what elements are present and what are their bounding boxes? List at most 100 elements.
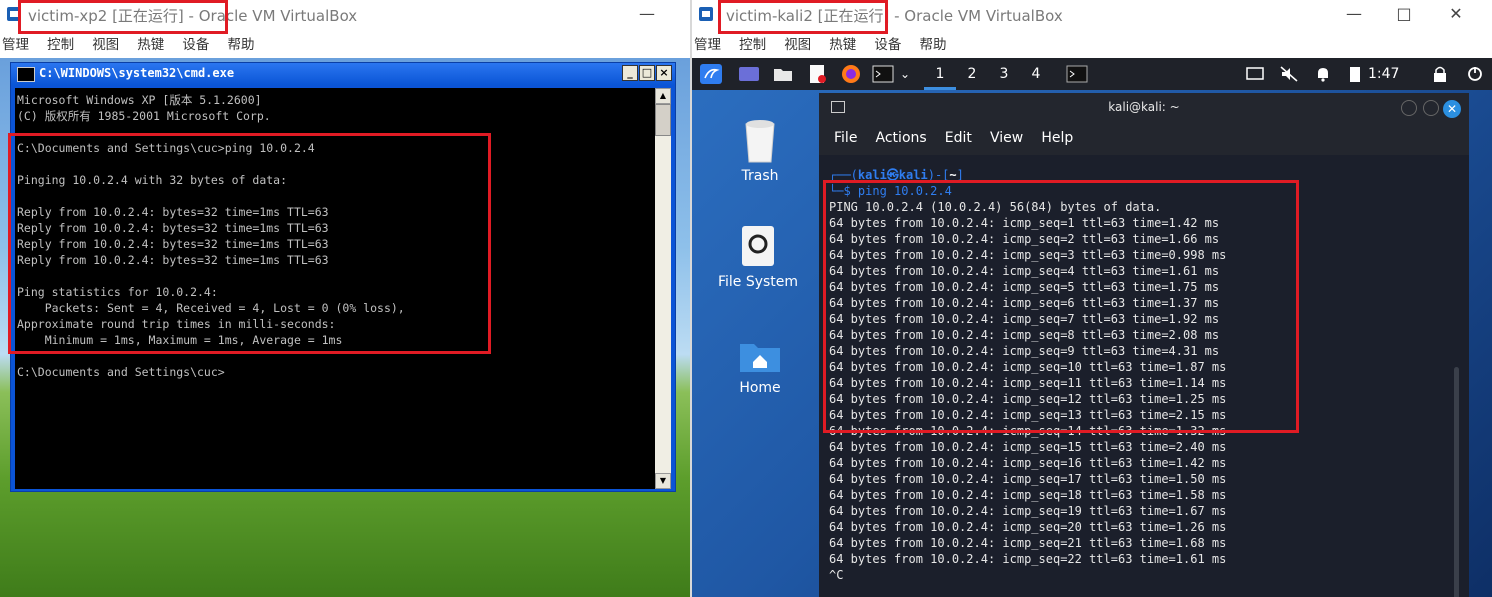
- minimize-icon[interactable]: —: [635, 3, 659, 25]
- desktop-icon-filesystem[interactable]: File System: [713, 222, 803, 290]
- workspace-3[interactable]: 3: [988, 58, 1020, 90]
- ping-reply-line: 64 bytes from 10.0.2.4: icmp_seq=15 ttl=…: [829, 440, 1227, 454]
- terminal-menu-edit[interactable]: Edit: [945, 130, 972, 146]
- terminal-scrollbar[interactable]: [1454, 367, 1459, 597]
- terminal-task-icon[interactable]: [1066, 64, 1088, 84]
- close-icon[interactable]: ✕: [1444, 3, 1468, 25]
- cmd-output-line: Pinging 10.0.2.4 with 32 bytes of data:: [17, 173, 288, 187]
- drive-icon: [742, 226, 774, 266]
- maximize-icon[interactable]: [1423, 100, 1439, 116]
- maximize-icon[interactable]: □: [639, 65, 655, 81]
- kali-menu-icon[interactable]: [700, 64, 722, 84]
- panel-clock[interactable]: 1:47: [1368, 58, 1399, 90]
- desktop-icon-label: Trash: [741, 168, 779, 184]
- ping-reply-line: 64 bytes from 10.0.2.4: icmp_seq=9 ttl=6…: [829, 344, 1220, 358]
- terminal-menu-help[interactable]: Help: [1041, 130, 1073, 146]
- kali-top-panel: ⌄ 1 2 3 4 1:47: [692, 58, 1492, 90]
- minimize-icon[interactable]: —: [1342, 3, 1366, 25]
- menu-manage[interactable]: 管理: [694, 33, 721, 57]
- ping-reply-line: 64 bytes from 10.0.2.4: icmp_seq=4 ttl=6…: [829, 264, 1220, 278]
- virtualbox-icon: [7, 7, 21, 21]
- menu-hotkey[interactable]: 热键: [829, 33, 856, 57]
- ping-reply-line: 64 bytes from 10.0.2.4: icmp_seq=10 ttl=…: [829, 360, 1227, 374]
- vm-menubar-xp: 管理 控制 视图 热键 设备 帮助: [0, 33, 690, 57]
- terminal-output[interactable]: ┌──(kali㉿kali)-[~] └─$ ping 10.0.2.4 PIN…: [819, 155, 1469, 597]
- vm-title-xp: victim-xp2 [正在运行] - Oracle VM VirtualBox: [28, 7, 358, 25]
- scroll-thumb[interactable]: [655, 104, 671, 136]
- cmd-window[interactable]: C:\WINDOWS\system32\cmd.exe _ □ × Micros…: [10, 62, 676, 492]
- close-icon[interactable]: ✕: [1443, 100, 1461, 118]
- virtualbox-icon: [699, 7, 713, 21]
- minimize-icon[interactable]: [1401, 100, 1417, 116]
- ping-reply-line: 64 bytes from 10.0.2.4: icmp_seq=17 ttl=…: [829, 472, 1227, 486]
- vm-menubar-kali: 管理 控制 视图 热键 设备 帮助: [692, 33, 1492, 57]
- show-desktop-icon[interactable]: [738, 64, 760, 84]
- vm-titlebar-kali[interactable]: victim-kali2 [正在运行] - Oracle VM VirtualB…: [692, 0, 1492, 30]
- screen-icon[interactable]: [1244, 64, 1266, 84]
- desktop-icon-home[interactable]: Home: [715, 336, 805, 396]
- ping-reply-line: 64 bytes from 10.0.2.4: icmp_seq=1 ttl=6…: [829, 216, 1220, 230]
- workspace-4[interactable]: 4: [1020, 58, 1052, 90]
- text-editor-icon[interactable]: [806, 64, 828, 84]
- kali-terminal-window[interactable]: kali@kali: ~ ✕ File Actions Edit View He…: [819, 93, 1469, 597]
- menu-help[interactable]: 帮助: [227, 33, 254, 57]
- vm-title-kali: victim-kali2 [正在运行] - Oracle VM VirtualB…: [726, 7, 1063, 25]
- ping-reply-line: 64 bytes from 10.0.2.4: icmp_seq=18 ttl=…: [829, 488, 1227, 502]
- prompt-line-2: └─$ ping 10.0.2.4: [829, 184, 952, 198]
- maximize-icon[interactable]: □: [1392, 3, 1416, 25]
- ping-reply-line: 64 bytes from 10.0.2.4: icmp_seq=7 ttl=6…: [829, 312, 1220, 326]
- logout-icon[interactable]: [1464, 64, 1486, 84]
- menu-devices[interactable]: 设备: [874, 33, 901, 57]
- workspace-1[interactable]: 1: [924, 58, 956, 90]
- cmd-output[interactable]: Microsoft Windows XP [版本 5.1.2600] (C) 版权…: [15, 88, 660, 489]
- chevron-down-icon[interactable]: ⌄: [900, 58, 910, 90]
- terminal-header[interactable]: kali@kali: ~ ✕ File Actions Edit View He…: [819, 93, 1469, 155]
- ping-reply-line: 64 bytes from 10.0.2.4: icmp_seq=11 ttl=…: [829, 376, 1227, 390]
- scroll-up-icon[interactable]: ▲: [655, 88, 671, 104]
- terminal-menu-actions[interactable]: Actions: [876, 130, 927, 146]
- close-icon[interactable]: ×: [656, 65, 672, 81]
- volume-muted-icon[interactable]: [1278, 64, 1300, 84]
- interrupt-line: ^C: [829, 568, 844, 582]
- cmd-output-line: Microsoft Windows XP [版本 5.1.2600]: [17, 93, 262, 107]
- minimize-icon[interactable]: _: [622, 65, 638, 81]
- terminal-menu-file[interactable]: File: [834, 130, 857, 146]
- menu-view[interactable]: 视图: [92, 33, 119, 57]
- ping-reply-line: 64 bytes from 10.0.2.4: icmp_seq=2 ttl=6…: [829, 232, 1220, 246]
- desktop-icon-trash[interactable]: Trash: [715, 116, 805, 184]
- terminal-menu-view[interactable]: View: [990, 130, 1023, 146]
- ping-reply-line: 64 bytes from 10.0.2.4: icmp_seq=20 ttl=…: [829, 520, 1227, 534]
- ping-reply-line: 64 bytes from 10.0.2.4: icmp_seq=5 ttl=6…: [829, 280, 1220, 294]
- cmd-titlebar[interactable]: C:\WINDOWS\system32\cmd.exe _ □ ×: [11, 63, 675, 85]
- menu-control[interactable]: 控制: [739, 33, 766, 57]
- menu-hotkey[interactable]: 热键: [137, 33, 164, 57]
- home-folder-icon: [740, 344, 780, 372]
- ping-reply-line: 64 bytes from 10.0.2.4: icmp_seq=22 ttl=…: [829, 552, 1227, 566]
- menu-control[interactable]: 控制: [47, 33, 74, 57]
- scroll-down-icon[interactable]: ▼: [655, 473, 671, 489]
- vm-titlebar-xp[interactable]: victim-xp2 [正在运行] - Oracle VM VirtualBox…: [0, 0, 690, 30]
- ping-header: PING 10.0.2.4 (10.0.2.4) 56(84) bytes of…: [829, 200, 1162, 214]
- lock-icon[interactable]: [1429, 64, 1451, 84]
- cmd-output-line: Minimum = 1ms, Maximum = 1ms, Average = …: [17, 333, 343, 347]
- file-manager-icon[interactable]: [772, 64, 794, 84]
- cmd-output-line: Reply from 10.0.2.4: bytes=32 time=1ms T…: [17, 221, 329, 235]
- cmd-output-line: C:\Documents and Settings\cuc>ping 10.0.…: [17, 141, 315, 155]
- cmd-icon: [17, 67, 35, 82]
- workspace-2[interactable]: 2: [956, 58, 988, 90]
- ping-reply-line: 64 bytes from 10.0.2.4: icmp_seq=13 ttl=…: [829, 408, 1227, 422]
- cmd-output-line: Reply from 10.0.2.4: bytes=32 time=1ms T…: [17, 237, 329, 251]
- menu-manage[interactable]: 管理: [2, 33, 29, 57]
- notification-bell-icon[interactable]: [1312, 64, 1334, 84]
- menu-devices[interactable]: 设备: [182, 33, 209, 57]
- menu-view[interactable]: 视图: [784, 33, 811, 57]
- cmd-scrollbar[interactable]: ▲ ▼: [655, 88, 671, 489]
- cmd-output-line: Reply from 10.0.2.4: bytes=32 time=1ms T…: [17, 253, 329, 267]
- cmd-title: C:\WINDOWS\system32\cmd.exe: [39, 66, 235, 80]
- menu-help[interactable]: 帮助: [919, 33, 946, 57]
- terminal-icon[interactable]: [872, 64, 894, 84]
- prompt-dir: ~: [949, 168, 957, 182]
- firefox-icon[interactable]: [840, 64, 862, 84]
- clipboard-icon[interactable]: [1344, 64, 1366, 84]
- terminal-command: ping 10.0.2.4: [857, 184, 952, 198]
